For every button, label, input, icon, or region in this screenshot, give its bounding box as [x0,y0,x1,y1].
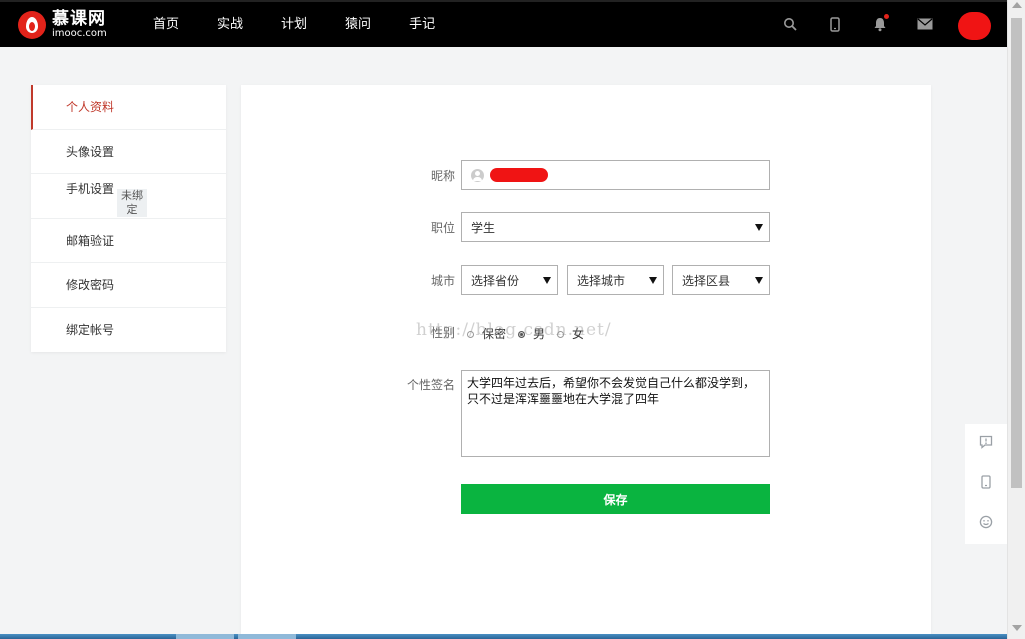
top-header: 慕课网 imooc.com 首页 实战 计划 猿问 手记 [0,0,1007,47]
page-scrollbar[interactable] [1007,0,1025,639]
site-logo[interactable]: 慕课网 imooc.com [18,11,107,39]
job-select-value: 学生 [471,220,496,235]
sidebar-item-label: 头像设置 [66,144,115,159]
mail-icon[interactable] [915,14,935,34]
sidebar-item-phone[interactable]: 手机设置 未绑定 [31,174,226,219]
province-select-value: 选择省份 [471,273,520,288]
scroll-down-arrow-icon[interactable] [1012,625,1022,631]
district-select-value: 选择区县 [682,273,731,288]
nickname-value [490,168,548,182]
nav-item-plan[interactable]: 计划 [281,2,307,47]
floating-toolbar [965,424,1007,544]
bell-icon[interactable] [870,14,890,34]
mobile-icon[interactable] [825,14,845,34]
job-select[interactable]: 学生 [461,212,770,242]
user-icon [471,168,484,182]
district-select[interactable]: 选择区县 [672,265,770,295]
nav-item-practice[interactable]: 实战 [217,2,243,47]
sidebar-item-avatar[interactable]: 头像设置 [31,130,226,174]
taskbar-button[interactable] [176,634,234,639]
sidebar-item-accounts[interactable]: 绑定帐号 [31,308,226,353]
main-nav: 首页 实战 计划 猿问 手记 [153,2,473,47]
gender-label: 性别 [430,326,455,340]
gender-option-label: 男 [533,327,546,341]
radio-icon [557,331,565,338]
nav-item-qa[interactable]: 猿问 [345,2,371,47]
logo-name-cn: 慕课网 [52,9,106,29]
gender-option-female[interactable]: 女 [557,325,584,342]
nav-item-home[interactable]: 首页 [153,2,179,47]
app-icon[interactable] [978,474,994,490]
gender-option-label: 女 [572,327,585,341]
sidebar-item-label: 个人资料 [66,100,115,115]
logo-text: 慕课网 imooc.com [52,11,107,39]
sidebar-item-label: 修改密码 [66,278,115,293]
gender-option-label: 保密 [482,327,507,341]
chevron-down-icon [755,224,763,231]
logo-name-en: imooc.com [52,28,107,39]
notification-dot [884,14,889,19]
chevron-down-icon [543,277,551,284]
profile-form-card: 昵称 职位 学生 城市 选择省份 选择城市 选择区县 性别 保密 男 女 htt… [241,85,931,639]
flame-logo-icon [18,11,46,39]
sidebar-item-label: 手机设置 [66,182,115,197]
taskbar-button[interactable] [238,634,296,639]
gender-radio-group: 保密 男 女 [467,325,596,342]
city-label: 城市 [430,274,455,288]
feedback-icon[interactable] [978,434,994,450]
sidebar-item-email[interactable]: 邮箱验证 [31,219,226,263]
sidebar-item-label: 绑定帐号 [66,323,115,338]
chevron-down-icon [755,277,763,284]
province-select[interactable]: 选择省份 [461,265,558,295]
sidebar-item-profile[interactable]: 个人资料 [31,85,226,130]
scroll-up-arrow-icon[interactable] [1012,2,1022,8]
city-select[interactable]: 选择城市 [567,265,664,295]
radio-icon [467,331,474,338]
smile-icon[interactable] [978,514,994,530]
radio-checked-icon [518,331,526,338]
signature-label: 个性签名 [406,378,455,392]
nickname-label: 昵称 [430,169,455,183]
nickname-field[interactable] [461,160,770,190]
search-icon[interactable] [780,14,800,34]
save-button[interactable]: 保存 [461,484,770,514]
scroll-thumb[interactable] [1011,18,1022,488]
signature-textarea[interactable]: 大学四年过去后，希望你不会发觉自己什么都没学到，只不过是浑浑噩噩地在大学混了四年 [461,370,770,457]
job-label: 职位 [430,221,455,235]
gender-option-secret[interactable]: 保密 [467,325,506,342]
city-select-value: 选择城市 [577,273,626,288]
settings-sidebar: 个人资料 头像设置 手机设置 未绑定 邮箱验证 修改密码 绑定帐号 [31,85,226,352]
gender-option-male[interactable]: 男 [518,325,545,342]
os-taskbar [0,634,1007,639]
user-avatar[interactable] [958,12,991,40]
chevron-down-icon [649,277,657,284]
unbound-badge: 未绑定 [117,188,148,217]
sidebar-item-label: 邮箱验证 [66,233,115,248]
nav-item-notes[interactable]: 手记 [409,2,435,47]
sidebar-item-password[interactable]: 修改密码 [31,263,226,308]
